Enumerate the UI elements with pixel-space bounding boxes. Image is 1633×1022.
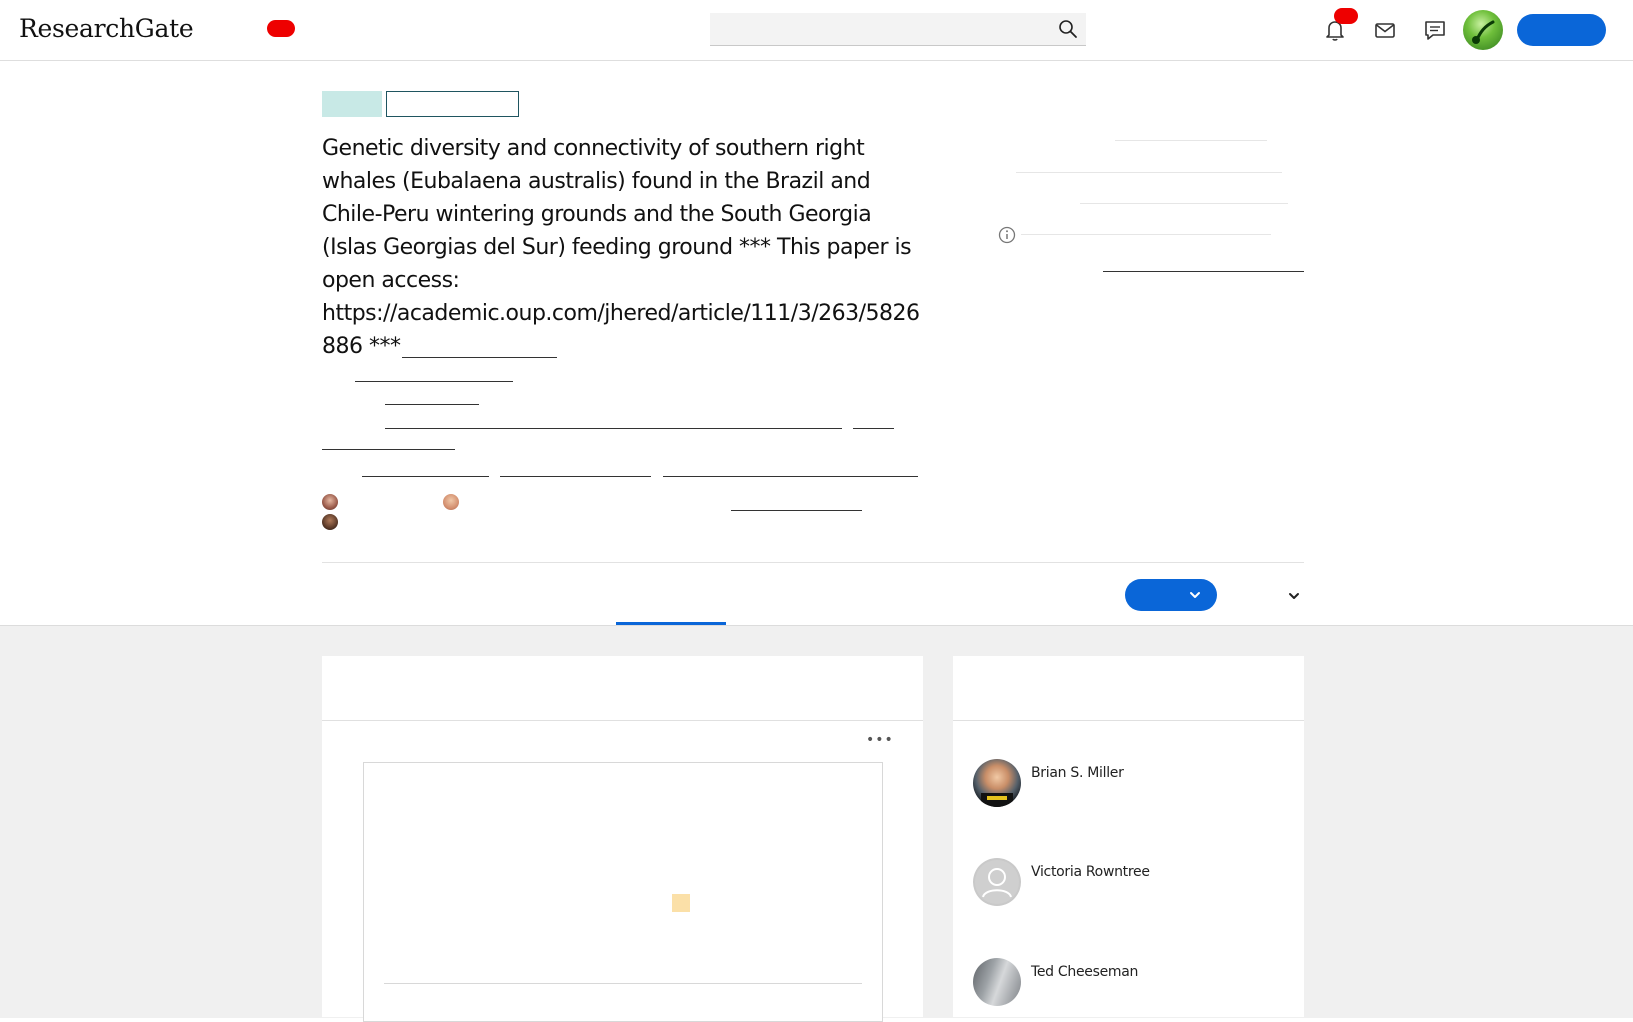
lab-link-1[interactable] [362,476,489,477]
author-avatar[interactable] [322,494,338,510]
card-header [322,656,923,721]
red-status-pill [267,20,295,37]
publication-preview-card: ••• [322,656,923,1022]
chevron-down-icon[interactable] [1287,589,1301,603]
license-link[interactable] [385,404,479,405]
default-user-icon[interactable] [973,858,1021,906]
info-line [1021,234,1271,235]
show-all-authors-link[interactable] [731,510,862,511]
info-line [1016,172,1282,173]
pdf-preview[interactable] [363,762,883,1022]
publication-title: Genetic diversity and connectivity of so… [322,136,920,359]
preview-divider [384,983,862,984]
lab-link-2[interactable] [500,476,651,477]
project-link-continued[interactable] [322,449,455,450]
search-input[interactable] [710,13,1086,46]
more-options-icon[interactable]: ••• [866,732,894,748]
doi-link[interactable] [355,381,513,382]
author-avatar[interactable] [322,514,338,530]
mail-icon[interactable] [1372,17,1398,43]
notification-badge [1334,8,1358,24]
author-name[interactable]: Brian S. Miller [1031,765,1124,781]
project-link[interactable] [385,428,842,429]
chevron-down-icon[interactable] [1188,588,1202,602]
author-photo[interactable] [973,759,1021,807]
user-avatar[interactable] [1463,10,1503,50]
lab-link-3[interactable] [663,476,918,477]
info-icon[interactable] [998,226,1016,244]
chat-icon[interactable] [1422,17,1448,43]
authors-card: Brian S. Miller Victoria Rowntree Ted Ch… [953,656,1304,1017]
section-divider [322,562,1304,563]
publication-status-tag [386,91,519,117]
info-line [1080,203,1288,204]
primary-action-button[interactable] [1517,14,1606,46]
author-name[interactable]: Ted Cheeseman [1031,964,1138,980]
author-avatar[interactable] [443,494,459,510]
card-header [953,656,1304,721]
project-link-more[interactable] [853,428,894,429]
top-navigation-bar: ResearchGate [0,0,1633,61]
researchgate-logo[interactable]: ResearchGate [19,14,194,43]
info-line [1115,140,1267,141]
preview-thumbnail [672,894,690,912]
search-icon[interactable] [1058,19,1078,39]
author-name[interactable]: Victoria Rowntree [1031,864,1150,880]
author-photo[interactable] [973,958,1021,1006]
publication-type-tag [322,91,382,117]
journal-link[interactable] [402,357,557,358]
download-button[interactable] [1125,579,1217,611]
info-link[interactable] [1103,271,1304,272]
